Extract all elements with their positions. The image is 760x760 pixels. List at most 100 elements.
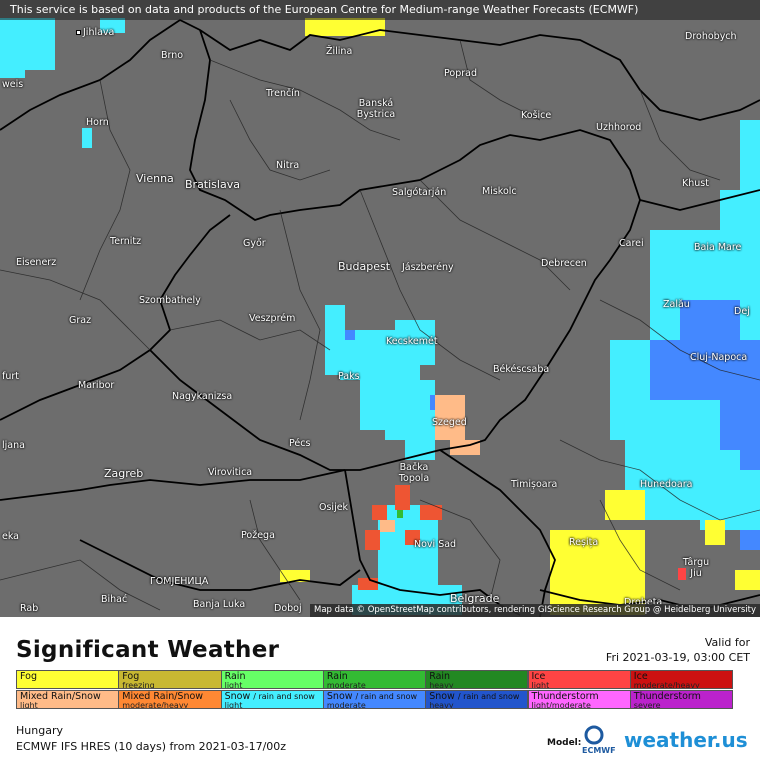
city-label: Khust [682,178,709,189]
legend-item: Snow / rain and snow moderate [322,690,427,709]
city-label: Požega [241,530,275,541]
city-label: Brno [161,50,184,61]
legend-item: Rain moderate [322,670,427,689]
legend-item-label: Thunderstorm [633,691,701,702]
legend-item-sublabel: moderate [326,701,366,709]
legend-item: Mixed Rain/Snow moderate/heavy [118,690,222,709]
legend-item: Snow / rain and snow heavy [425,690,529,709]
legend-item-label: Rain [224,671,246,682]
city-label: Košice [521,110,552,121]
legend-item-label: Rain [326,671,348,682]
city-label: Salgótarján [392,187,447,198]
city-label: Timișoara [511,479,558,490]
legend-item: Thunderstorm severe [629,690,734,709]
map-layer [0,18,760,617]
city-label: Doboj [274,603,302,614]
city-label: Pécs [289,438,311,449]
legend-item-sublabel: heavy [429,681,454,689]
city-label: Novi Sad [414,539,457,550]
city-label: Eisenerz [16,257,57,268]
ecmwf-logo: ECMWF [580,723,620,755]
city-label: Virovitica [208,467,253,478]
city-label: Rab [20,603,39,614]
legend-item-sublabel: light [224,681,243,689]
city-label: Banská Bystrica [356,98,396,120]
city-label: Ternitz [110,236,142,247]
map-attribution: Map data © OpenStreetMap contributors, r… [310,604,760,617]
legend-item-sublabel: light [20,701,38,709]
legend-item-sublabel: freezing [122,681,155,689]
city-label: Uzhhorod [596,122,642,133]
legend-item: Rain light [220,670,324,689]
weather-map[interactable]: This service is based on data and produc… [0,0,760,617]
legend-item-label: Thunderstorm [531,691,599,702]
city-label: Banja Luka [193,599,246,610]
city-label: Dej [734,306,750,317]
city-label: furt [2,371,19,382]
city-label: Zalău [663,299,690,310]
city-label: Osijek [319,502,349,513]
city-label: Budapest [338,260,391,273]
city-label: ljana [2,440,25,451]
city-label: Paks [338,371,360,382]
legend-item: Fog freezing [118,670,222,689]
legend-item: Snow / rain and snow light [220,690,324,709]
city-label: Miskolc [482,186,517,197]
legend-item-sublabel: heavy [429,701,454,709]
valid-time: Valid for Fri 2021-03-19, 03:00 CET [606,635,750,665]
city-label: Jihlava [76,27,114,38]
legend-item-label: Fog [122,671,140,682]
legend-item-label: Snow / rain and snow [429,691,520,702]
city-label: eka [2,531,20,542]
valid-for-label: Valid for [704,636,750,649]
city-label: Maribor [78,380,115,391]
brand-logo[interactable]: weather.us [624,728,748,752]
city-label: Vienna [136,172,174,185]
city-label: Nagykanizsa [172,391,233,402]
city-label: Graz [69,315,92,326]
legend-item-sublabel: severe [633,701,661,709]
legend-panel: Significant Weather Valid for Fri 2021-0… [0,617,760,760]
legend-item: Rain heavy [425,670,529,689]
legend-item: Ice light [527,670,631,689]
city-label: Jászberény [402,262,454,273]
city-label: Drohobych [685,31,737,42]
legend-item-sublabel: light/moderate [531,701,591,709]
city-label: Bihać [101,594,128,605]
model-caption: Model: [547,738,582,748]
legend-item: Ice moderate/heavy [629,670,734,689]
city-label: Cluj-Napoca [690,352,748,363]
city-label: Târgu Jiu [682,557,710,579]
data-source-notice: This service is based on data and produc… [0,0,760,20]
city-label: Veszprém [249,313,296,324]
city-label: Žilina [326,46,353,57]
legend-item: Thunderstorm light/moderate [527,690,631,709]
legend-item-label: Mixed Rain/Snow [20,691,101,702]
legend-item-label: Snow / rain and snow [224,691,315,702]
city-label: Debrecen [541,258,587,269]
legend-item-label: Rain [429,671,451,682]
legend-item-label: Mixed Rain/Snow [122,691,204,702]
city-label: Bačka Topola [398,462,430,484]
legend-item-label: Fog [20,671,37,682]
legend-item-label: Snow / rain and snow [326,691,418,702]
city-label: Szombathely [139,295,201,306]
city-label: Baia Mare [694,242,742,253]
city-label: Zagreb [104,467,144,480]
legend-title: Significant Weather [16,637,280,663]
city-label: Trenčín [266,88,300,99]
legend-item-sublabel: moderate/heavy [633,681,700,689]
legend-item: Fog [16,670,120,689]
legend-item-sublabel: light [224,701,243,709]
legend-item-sublabel: moderate [326,681,366,689]
city-label: Békéscsaba [493,364,550,375]
legend-item-label: Ice [633,671,648,682]
city-label: weis [2,79,24,90]
legend-item-sublabel: moderate/heavy [122,701,189,709]
legend-item-sublabel: light [531,681,550,689]
model-run: ECMWF IFS HRES (10 days) from 2021-03-17… [16,740,287,753]
city-label: Kecskemét [386,336,438,347]
ecmwf-label: ECMWF [582,746,616,755]
city-label: Bratislava [185,178,240,191]
city-label: Horn [86,117,109,128]
